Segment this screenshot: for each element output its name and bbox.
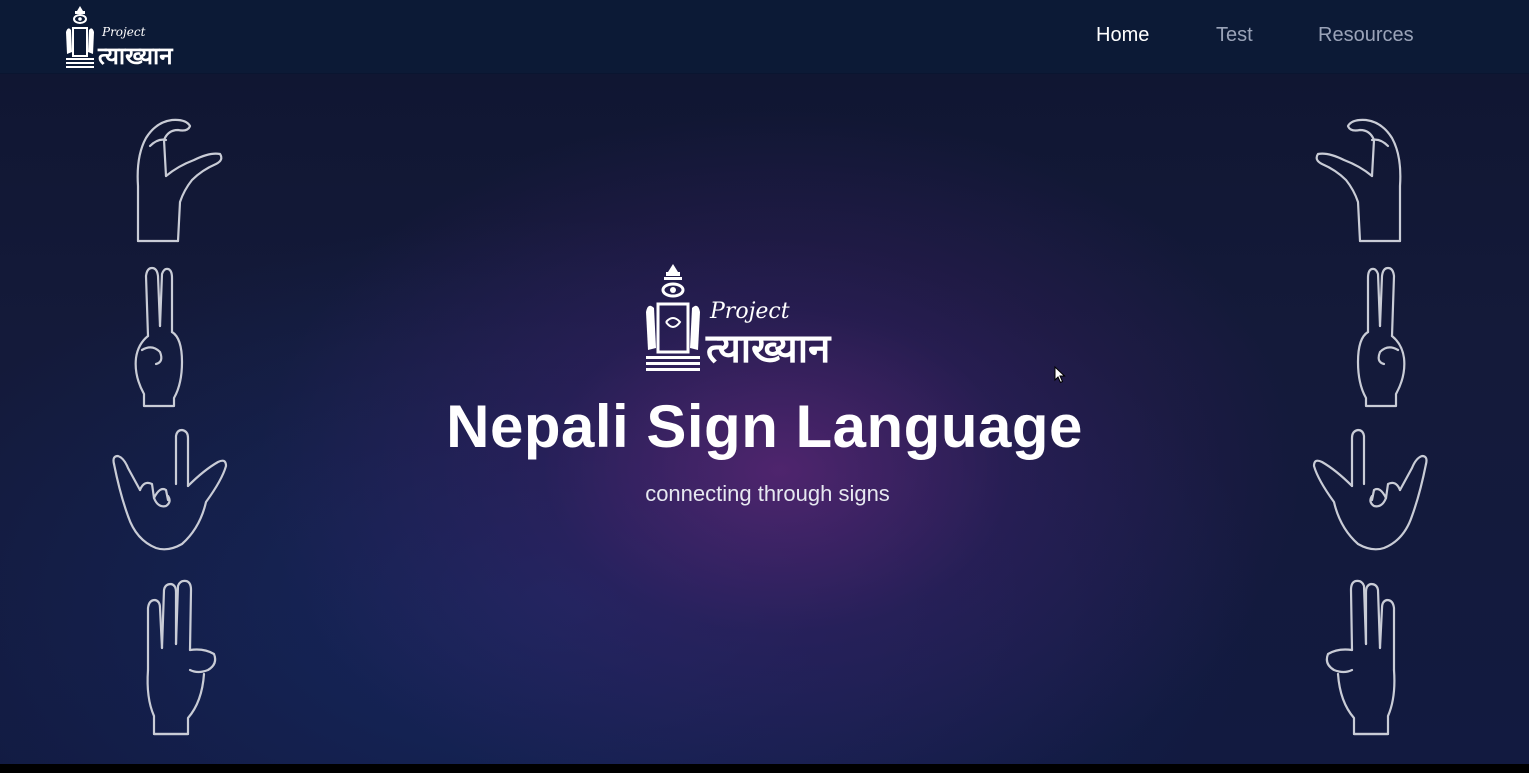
bottom-edge-bar (0, 764, 1529, 773)
brand-emblem-icon: Project त्याख्यान (66, 6, 174, 70)
hero-project-text: Project (709, 299, 790, 324)
hero-emblem-icon: Project त्याख्यान (646, 264, 832, 372)
hero-title: Nepali Sign Language (446, 393, 1083, 460)
three-fingers-hand-icon (1322, 578, 1404, 738)
landing-page: Project त्याख्यान Home Test Resources Pr… (0, 0, 1529, 764)
two-fingers-hand-icon (130, 266, 190, 408)
nav-resources-link[interactable]: Resources (1318, 24, 1414, 47)
nav-home-link[interactable]: Home (1096, 24, 1149, 47)
mouse-cursor-icon (1054, 366, 1066, 384)
two-fingers-hand-icon (1350, 266, 1410, 408)
hero-name-text: त्याख्यान (705, 326, 832, 372)
brand-project-text: Project (101, 25, 146, 39)
c-shape-hand-icon (1310, 116, 1410, 246)
brand-logo[interactable]: Project त्याख्यान (62, 2, 220, 72)
hero-logo: Project त्याख्यान (640, 262, 902, 380)
navbar: Project त्याख्यान Home Test Resources (0, 0, 1529, 74)
brand-name-text: त्याख्यान (97, 42, 174, 70)
nav-test-link[interactable]: Test (1216, 24, 1253, 47)
three-fingers-hand-icon (138, 578, 220, 738)
c-shape-hand-icon (128, 116, 228, 246)
hero-subtitle: connecting through signs (645, 481, 890, 506)
